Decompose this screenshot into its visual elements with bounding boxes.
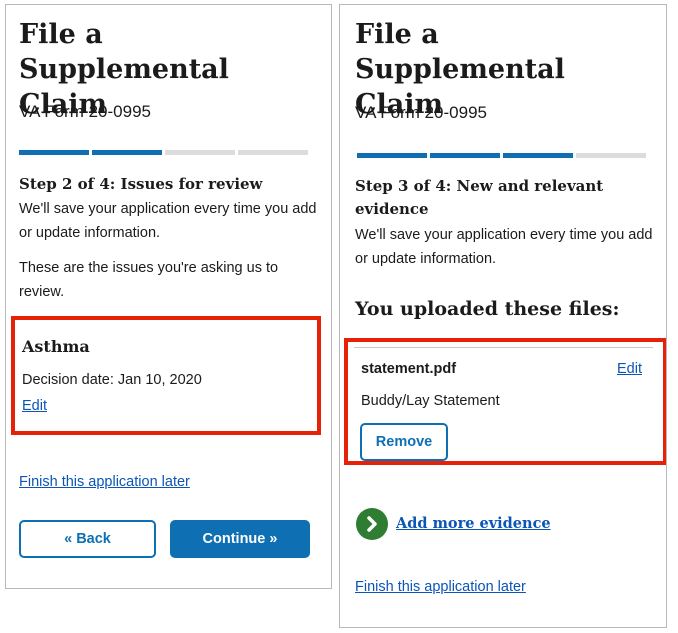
form-number: VA Form 20-0995: [19, 102, 151, 121]
progress-segment-4: [576, 153, 646, 158]
continue-button[interactable]: Continue »: [170, 520, 310, 558]
issue-name: Asthma: [22, 337, 90, 356]
save-note: We'll save your application every time y…: [355, 227, 653, 267]
add-more-evidence-link[interactable]: Add more evidence: [396, 515, 551, 532]
chevron-right-circle-icon[interactable]: [356, 508, 388, 540]
file-name: statement.pdf: [361, 361, 457, 377]
left-screen: File a Supplemental Claim VA Form 20-099…: [5, 4, 332, 589]
progress-segment-1: [19, 150, 89, 155]
step-heading: Step 2 of 4: Issues for review: [19, 175, 263, 193]
progress-segment-3: [165, 150, 235, 155]
issues-intro: These are the issues you're asking us to…: [19, 260, 279, 300]
progress-segment-3: [503, 153, 573, 158]
form-number: VA Form 20-0995: [355, 103, 487, 122]
finish-later-link[interactable]: Finish this application later: [19, 470, 190, 494]
remove-button[interactable]: Remove: [360, 423, 448, 461]
progress-segment-4: [238, 150, 308, 155]
back-button[interactable]: « Back: [19, 520, 156, 558]
issue-decision-date: Decision date: Jan 10, 2020: [22, 372, 202, 388]
progress-segment-1: [357, 153, 427, 158]
finish-later-link[interactable]: Finish this application later: [355, 575, 526, 599]
right-screen: File a Supplemental Claim VA Form 20-099…: [339, 4, 667, 628]
file-type: Buddy/Lay Statement: [361, 393, 500, 409]
progress-segment-2: [92, 150, 162, 155]
progress-segment-2: [430, 153, 500, 158]
uploads-heading: You uploaded these files:: [355, 298, 620, 320]
file-card-divider: [354, 347, 653, 348]
file-edit-link[interactable]: Edit: [617, 357, 642, 381]
issue-edit-link[interactable]: Edit: [22, 394, 47, 418]
save-note: We'll save your application every time y…: [19, 201, 317, 241]
step-heading: Step 3 of 4: New and relevant evidence: [355, 177, 604, 218]
